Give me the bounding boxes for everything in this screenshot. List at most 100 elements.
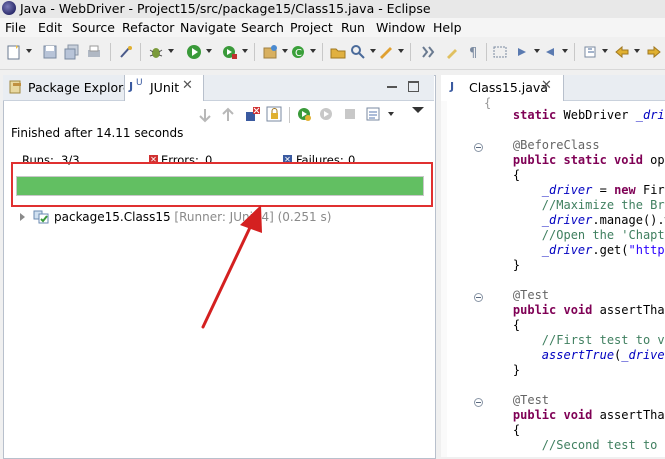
new-project-dropdown-icon[interactable] [282, 49, 288, 53]
tab-junit[interactable]: JU JUnit ✕ [124, 75, 204, 101]
code-line: assertTrue(_driver [541, 348, 665, 362]
print-icon[interactable] [86, 44, 102, 60]
menu-navigate[interactable]: Navigate [180, 20, 236, 35]
toggle-mark-occurrences-icon[interactable] [118, 44, 134, 60]
left-view-tabs: Package Explorer JU JUnit ✕ [3, 75, 434, 101]
menu-help[interactable]: Help [433, 20, 462, 35]
block-selection-icon[interactable] [492, 44, 508, 60]
toolbar-separator [254, 43, 255, 61]
menu-run[interactable]: Run [341, 20, 365, 35]
code-line: public static void ope [484, 153, 665, 167]
toolbar-separator [486, 43, 487, 61]
menu-search[interactable]: Search [241, 20, 284, 35]
java-file-icon: J [450, 80, 455, 93]
menu-bar: File Edit Source Refactor Navigate Searc… [0, 18, 665, 37]
menu-project[interactable]: Project [290, 20, 333, 35]
eclipse-logo-icon [2, 1, 16, 15]
fold-icon[interactable] [474, 398, 483, 407]
annotation-arrow [201, 205, 262, 329]
menu-file[interactable]: File [5, 20, 26, 35]
save-all-icon[interactable] [64, 44, 80, 60]
editor-ruler [441, 101, 447, 457]
rerun-failed-first-icon[interactable] [318, 106, 334, 122]
maximize-icon[interactable] [408, 81, 419, 92]
test-run-history-icon[interactable] [366, 106, 382, 122]
back-icon[interactable] [614, 44, 630, 60]
last-edit-location-icon[interactable] [582, 44, 598, 60]
fold-icon[interactable] [474, 293, 483, 302]
expand-chevron-icon[interactable] [20, 213, 25, 221]
menu-window[interactable]: Window [376, 20, 425, 35]
code-line: public void assertThat [484, 408, 665, 422]
close-icon[interactable]: ✕ [541, 78, 552, 93]
scroll-lock-icon[interactable] [266, 106, 282, 122]
back-dropdown-icon[interactable] [634, 49, 640, 53]
code-line: //Second test to v [484, 438, 665, 452]
menu-source[interactable]: Source [72, 20, 115, 35]
menu-edit[interactable]: Edit [38, 20, 62, 35]
rerun-test-icon[interactable] [296, 106, 312, 122]
run-external-tools-icon[interactable] [222, 44, 238, 60]
code-line: { [484, 423, 521, 437]
show-failures-only-icon[interactable] [245, 106, 261, 122]
next-annotation-dropdown-icon[interactable] [534, 49, 540, 53]
toolbar-separator [410, 43, 411, 61]
open-type-icon[interactable] [330, 44, 346, 60]
tab-class15-java[interactable]: J Class15.java ✕ [441, 75, 564, 101]
test-duration: (0.251 s) [277, 210, 332, 224]
debug-icon[interactable] [148, 44, 164, 60]
code-line: public void assertThat [484, 303, 665, 317]
open-task-icon[interactable] [378, 44, 394, 60]
show-whitespace-icon[interactable]: ¶ [466, 44, 482, 60]
task-dropdown-icon[interactable] [398, 49, 404, 53]
new-java-project-icon[interactable] [262, 44, 278, 60]
code-line: } [484, 258, 521, 272]
new-java-class-icon[interactable]: C [290, 44, 306, 60]
new-icon[interactable] [6, 44, 22, 60]
search-icon[interactable] [350, 44, 366, 60]
fold-icon[interactable] [474, 143, 483, 152]
next-failure-icon[interactable] [198, 107, 212, 123]
tab-package-explorer[interactable]: Package Explorer [3, 75, 136, 100]
code-line: } [484, 363, 521, 377]
code-line: _driver = new Fire [541, 183, 665, 197]
tab-label: Package Explorer [28, 80, 136, 95]
code-line: @BeforeClass [484, 138, 600, 152]
view-menu-icon[interactable] [412, 107, 424, 113]
toggle-breadcrumb-icon[interactable] [420, 44, 436, 60]
code-line: { [484, 318, 521, 332]
close-icon[interactable]: ✕ [182, 78, 193, 93]
package-explorer-icon [9, 80, 21, 94]
new-dropdown-icon[interactable] [26, 49, 32, 53]
new-class-dropdown-icon[interactable] [310, 49, 316, 53]
search-dropdown-icon[interactable] [370, 49, 376, 53]
code-editor[interactable]: static WebDriver _drive @BeforeClass pub… [484, 108, 665, 457]
title-bar: Java - WebDriver - Project15/src/package… [0, 0, 665, 19]
code-line: @Test [484, 288, 550, 302]
pencil-icon[interactable] [444, 44, 460, 60]
forward-icon[interactable] [646, 44, 662, 60]
code-line: _driver.manage().w [541, 213, 665, 227]
svg-text:¶: ¶ [469, 46, 477, 60]
window-title: Java - WebDriver - Project15/src/package… [20, 1, 431, 16]
toolbar-separator [110, 43, 111, 61]
save-icon[interactable] [42, 44, 58, 60]
previous-annotation-dropdown-icon[interactable] [562, 49, 568, 53]
code-line: @Test [484, 393, 550, 407]
edit-location-dropdown-icon[interactable] [602, 49, 608, 53]
code-line: //First test to ve [484, 333, 665, 347]
toolbar-separator [140, 43, 141, 61]
external-tools-dropdown-icon[interactable] [242, 49, 248, 53]
stop-test-run-icon[interactable] [342, 106, 358, 122]
next-annotation-icon[interactable] [514, 44, 530, 60]
history-dropdown-icon[interactable] [388, 112, 394, 116]
junit-icon-u: U [136, 78, 143, 88]
menu-refactor[interactable]: Refactor [122, 20, 174, 35]
previous-annotation-icon[interactable] [542, 44, 558, 60]
run-dropdown-icon[interactable] [206, 49, 212, 53]
debug-dropdown-icon[interactable] [168, 49, 174, 53]
previous-failure-icon[interactable] [221, 107, 235, 123]
minimize-icon[interactable] [387, 86, 397, 88]
tab-label: JUnit [150, 80, 180, 95]
run-icon[interactable] [186, 44, 202, 60]
